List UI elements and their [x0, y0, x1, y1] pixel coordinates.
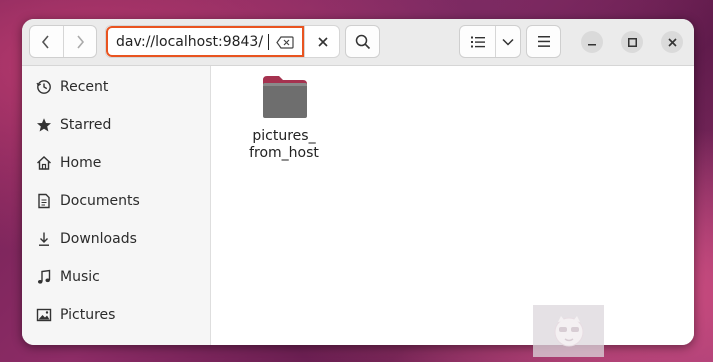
folder-item[interactable]: pictures_ from_host — [239, 71, 329, 181]
list-view-button[interactable] — [460, 26, 495, 57]
sidebar: Recent Starred Home Documents Downloads — [22, 66, 211, 345]
picture-icon — [36, 307, 52, 323]
forward-button[interactable] — [62, 26, 97, 57]
folder-name: pictures_ from_host — [249, 128, 319, 161]
view-dropdown-button[interactable] — [495, 26, 520, 57]
sidebar-item-documents[interactable]: Documents — [22, 184, 210, 218]
music-icon — [36, 269, 52, 285]
backspace-clear-icon[interactable] — [276, 36, 294, 49]
header-bar: dav://localhost:9843/ — [22, 19, 694, 66]
minimize-icon — [588, 44, 596, 46]
sidebar-item-recent[interactable]: Recent — [22, 70, 210, 104]
maximize-button[interactable] — [621, 31, 643, 53]
search-icon — [355, 34, 370, 49]
back-button[interactable] — [30, 26, 63, 57]
file-view: pictures_ from_host — [211, 66, 694, 345]
location-text: dav://localhost:9843/ — [116, 33, 264, 50]
navigation-buttons — [29, 25, 97, 58]
sidebar-item-pictures[interactable]: Pictures — [22, 298, 210, 332]
sidebar-item-label: Pictures — [60, 307, 116, 323]
sidebar-item-label: Home — [60, 155, 102, 171]
sidebar-item-label: Downloads — [60, 231, 137, 247]
location-entry[interactable]: dav://localhost:9843/ — [106, 26, 304, 57]
home-icon — [36, 155, 52, 171]
sidebar-item-label: Documents — [60, 193, 140, 209]
sidebar-item-music[interactable]: Music — [22, 260, 210, 294]
view-options-group — [459, 25, 521, 58]
minimize-button[interactable] — [581, 31, 603, 53]
close-icon — [667, 37, 677, 47]
sidebar-item-label: Starred — [60, 117, 112, 133]
cat-logo-icon — [554, 316, 583, 347]
close-location-button[interactable] — [304, 26, 339, 57]
close-icon — [317, 36, 328, 47]
hamburger-menu-icon — [537, 36, 550, 47]
sidebar-item-label: Recent — [60, 79, 109, 95]
sidebar-item-label: Music — [60, 269, 100, 285]
sidebar-item-home[interactable]: Home — [22, 146, 210, 180]
star-icon — [36, 117, 52, 133]
chevron-down-icon — [502, 38, 514, 46]
folder-icon — [263, 76, 307, 118]
sidebar-item-downloads[interactable]: Downloads — [22, 222, 210, 256]
file-manager-window: dav://localhost:9843/ Recent Starred Hom… — [22, 19, 694, 345]
close-window-button[interactable] — [661, 31, 683, 53]
main-menu-button[interactable] — [526, 25, 561, 58]
location-bar: dav://localhost:9843/ — [105, 25, 340, 58]
chevron-left-icon — [42, 34, 49, 49]
chevron-right-icon — [77, 34, 84, 49]
maximize-icon — [627, 37, 637, 47]
watermark-logo — [533, 305, 604, 357]
sidebar-item-starred[interactable]: Starred — [22, 108, 210, 142]
text-cursor — [268, 33, 270, 50]
document-icon — [36, 193, 52, 209]
download-icon — [36, 231, 52, 247]
search-button[interactable] — [345, 25, 380, 58]
list-view-icon — [470, 36, 485, 47]
clock-icon — [36, 79, 52, 95]
